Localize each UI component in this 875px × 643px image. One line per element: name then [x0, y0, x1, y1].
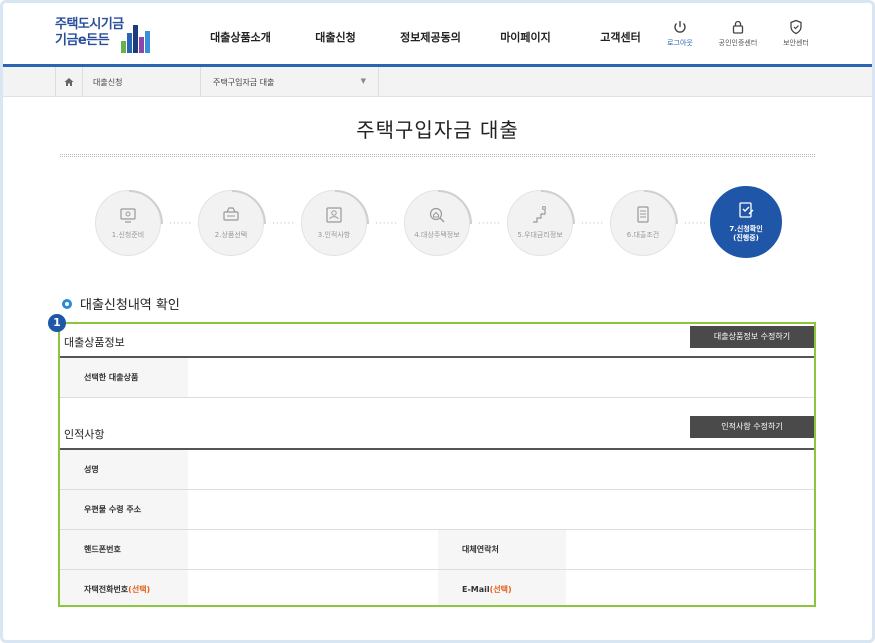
security-center-label: 보안센터: [783, 39, 809, 47]
step-1: 1.신청준비: [95, 190, 163, 256]
mobile-value: [188, 530, 438, 569]
utility-menu: 로그아웃 공인인증센터 보안센터: [660, 19, 816, 48]
logout-label: 로그아웃: [667, 39, 693, 47]
nav-item-info-consent[interactable]: 정보제공동의: [383, 29, 478, 45]
step-2: 2.상품선택: [198, 190, 266, 256]
table-row: 선택한 대출상품: [60, 358, 814, 398]
step-7-title: 7.신청확인: [729, 224, 763, 233]
loan-product-group-header: 대출상품정보 대출상품정보 수정하기: [60, 324, 814, 358]
selected-product-value: [188, 358, 814, 397]
loan-product-group-title: 대출상품정보: [64, 336, 125, 349]
step-progress-arc: [231, 190, 266, 225]
cert-center-label: 공인인증센터: [718, 39, 758, 47]
name-value: [188, 450, 814, 489]
breadcrumb: 대출신청 주택구입자금 대출 ▼: [3, 67, 872, 97]
table-row: 우편물 수령 주소: [60, 490, 814, 530]
step-progress-arc: [334, 190, 369, 225]
step-3: 3.인적사항: [301, 190, 369, 256]
logo-line-1: 주택도시기금: [55, 17, 124, 32]
mailing-address-value: [188, 490, 814, 529]
checklist-icon: [739, 201, 754, 218]
main-nav: 대출상품소개 대출신청 정보제공동의 마이페이지 고객센터: [193, 29, 668, 45]
page-title: 주택구입자금 대출: [356, 118, 519, 142]
step-7-status: (진행중): [733, 233, 759, 242]
optional-tag: (선택): [489, 585, 512, 594]
step-connector: ······: [375, 219, 399, 229]
nav-item-loan-products[interactable]: 대출상품소개: [193, 29, 288, 45]
step-progress-arc: [437, 190, 472, 225]
title-divider: [60, 154, 815, 157]
alt-contact-value: [566, 530, 814, 569]
section-heading: 대출신청내역 확인: [62, 294, 180, 313]
breadcrumb-level2-label: 주택구입자금 대출: [213, 78, 275, 87]
shield-icon: [790, 19, 802, 35]
table-row: 성명: [60, 450, 814, 490]
name-label: 성명: [60, 450, 188, 489]
caret-down-icon: ▼: [360, 77, 366, 85]
mailing-address-label: 우편물 수령 주소: [60, 490, 188, 529]
step-4: 4.대상주택정보: [404, 190, 472, 256]
home-phone-label-text: 자택전화번호: [84, 585, 129, 594]
breadcrumb-level1[interactable]: 대출신청: [83, 67, 201, 97]
step-connector: ······: [581, 219, 605, 229]
step-progress-arc: [128, 190, 163, 225]
edit-personal-info-button[interactable]: 인적사항 수정하기: [690, 416, 814, 438]
email-label-text: E-Mail: [462, 585, 490, 594]
personal-info-group-title: 인적사항: [64, 428, 105, 441]
home-button[interactable]: [55, 67, 83, 97]
annotation-marker: 1: [48, 314, 66, 332]
home-icon: [64, 78, 74, 86]
table-row: 핸드폰번호 대체연락처: [60, 530, 814, 570]
step-7-current: 7.신청확인 (진행중): [710, 186, 782, 258]
step-connector: ······: [272, 219, 296, 229]
optional-tag: (선택): [128, 585, 151, 594]
mobile-label: 핸드폰번호: [60, 530, 188, 569]
lock-icon: [732, 20, 744, 34]
email-value: [566, 570, 814, 605]
power-icon: [674, 21, 686, 33]
step-5: 5.우대금리정보: [507, 190, 575, 256]
breadcrumb-level2-select[interactable]: 주택구입자금 대출 ▼: [201, 67, 379, 97]
step-connector: ······: [684, 219, 708, 229]
nav-item-customer-center[interactable]: 고객센터: [573, 29, 668, 45]
alt-contact-label: 대체연락처: [438, 530, 566, 569]
step-progress-arc: [540, 190, 575, 225]
site-header: 주택도시기금 기금e든든 대출상품소개 대출신청 정보제공동의 마이페이지 고객…: [3, 3, 872, 67]
site-logo[interactable]: 주택도시기금 기금e든든: [55, 17, 150, 53]
logout-button[interactable]: 로그아웃: [660, 19, 700, 48]
progress-steps: 1.신청준비 ······ 2.상품선택 ······ 3.인적사항 ·····…: [95, 186, 785, 265]
step-6: 6.대출조건: [610, 190, 678, 256]
table-row: 자택전화번호(선택) E-Mail(선택): [60, 570, 814, 605]
logo-line-2: 기금e든든: [55, 33, 110, 48]
email-label: E-Mail(선택): [438, 570, 566, 605]
edit-loan-product-button[interactable]: 대출상품정보 수정하기: [690, 326, 814, 348]
step-7-label: 7.신청확인 (진행중): [729, 225, 762, 243]
selected-product-label: 선택한 대출상품: [60, 358, 188, 397]
security-center-button[interactable]: 보안센터: [776, 19, 816, 48]
step-connector: ······: [478, 219, 502, 229]
section-title: 대출신청내역 확인: [80, 298, 180, 313]
circle-bullet-icon: [62, 298, 72, 309]
personal-info-group-header: 인적사항 인적사항 수정하기: [60, 412, 814, 450]
step-progress-arc: [643, 190, 678, 225]
step-connector: ······: [169, 219, 193, 229]
home-phone-label: 자택전화번호(선택): [60, 570, 188, 605]
home-phone-value: [188, 570, 438, 605]
cert-center-button[interactable]: 공인인증센터: [718, 19, 758, 48]
application-summary-box: 대출상품정보 대출상품정보 수정하기 선택한 대출상품 인적사항 인적사항 수정…: [58, 322, 816, 607]
nav-item-loan-apply[interactable]: 대출신청: [288, 29, 383, 45]
nav-item-mypage[interactable]: 마이페이지: [478, 29, 573, 45]
logo-mark-icon: [121, 25, 155, 53]
